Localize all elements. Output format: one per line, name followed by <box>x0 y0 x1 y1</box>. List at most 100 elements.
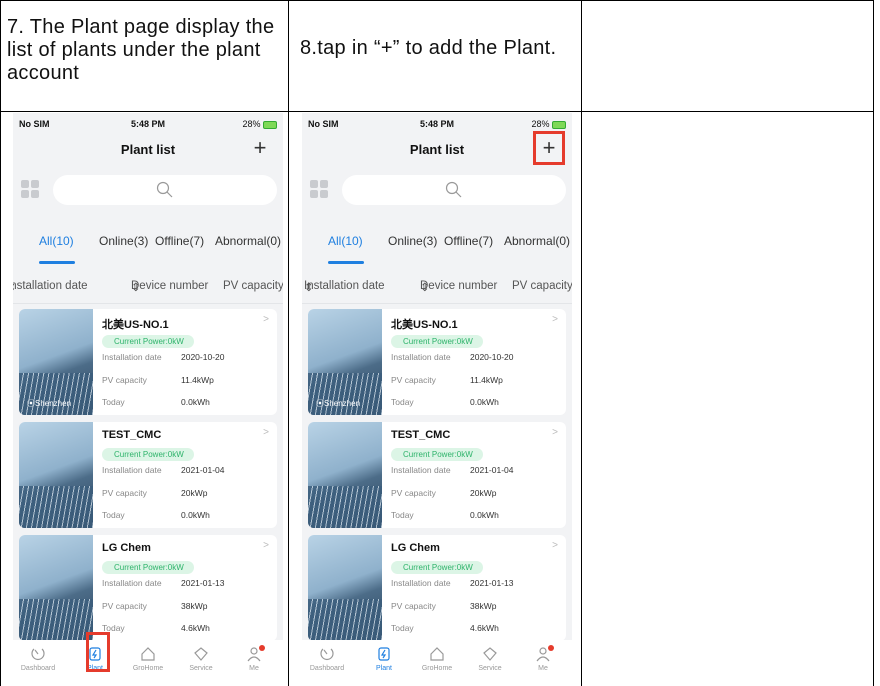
today-label: Today <box>391 397 414 407</box>
plant-name: LG Chem <box>391 542 440 554</box>
nav-service[interactable]: Service <box>176 646 226 672</box>
chevron-right-icon: > <box>552 314 558 325</box>
capacity-value: 11.4kWp <box>470 375 503 385</box>
status-bar: No SIM 5:48 PM 28% <box>13 119 283 133</box>
plant-icon <box>378 647 390 661</box>
plant-photo <box>308 535 382 641</box>
highlight-box <box>86 632 110 672</box>
search-icon <box>445 181 462 198</box>
capacity-label: PV capacity <box>102 488 147 498</box>
nav-grohome[interactable]: GroHome <box>412 646 462 672</box>
page-title: Plant list <box>409 142 465 157</box>
sort-installation-date[interactable]: Installation date ⇕ <box>13 280 88 294</box>
today-value: 0.0kWh <box>181 397 210 407</box>
plant-name: TEST_CMC <box>102 429 162 441</box>
install-label: Installation date <box>102 465 162 475</box>
plant-photo <box>19 535 93 641</box>
install-date: 2021-01-04 <box>181 465 225 475</box>
current-power-badge: Current Power:0kW <box>391 448 483 461</box>
nav-dashboard[interactable]: Dashboard <box>302 646 352 672</box>
plant-card[interactable]: TEST_CMC > Current Power:0kW Installatio… <box>19 422 277 528</box>
capacity-value: 20kWp <box>181 488 208 498</box>
sort-device-number[interactable]: Device number ⇕ <box>131 280 208 294</box>
install-label: Installation date <box>102 352 162 362</box>
search-input[interactable] <box>53 175 277 205</box>
add-plant-button[interactable]: + <box>249 136 271 160</box>
tab-abnormal[interactable]: Abnormal(0) <box>504 234 570 248</box>
sort-pv-capacity[interactable]: PV capacity <box>223 280 283 292</box>
dashboard-icon <box>320 648 334 660</box>
status-tabs: All(10) Online(3) Offline(7) Abnormal(0) <box>302 234 572 274</box>
install-label: Installation date <box>391 578 451 588</box>
capacity-label: PV capacity <box>391 375 436 385</box>
capacity-label: PV capacity <box>391 601 436 611</box>
plant-name: 北美US-NO.1 <box>391 319 458 331</box>
tab-all[interactable]: All(10) <box>328 234 363 248</box>
search-input[interactable] <box>342 175 566 205</box>
today-value: 4.6kWh <box>181 623 210 633</box>
tab-online[interactable]: Online(3) <box>99 234 148 248</box>
nav-service[interactable]: Service <box>465 646 515 672</box>
home-icon <box>430 647 444 661</box>
page-title: Plant list <box>120 142 176 157</box>
sort-device-number[interactable]: Device number ⇕ <box>420 280 497 294</box>
capacity-label: PV capacity <box>391 488 436 498</box>
plant-card[interactable]: ⦿Shenzhen 北美US-NO.1 > Current Power:0kW … <box>19 309 277 415</box>
nav-grohome[interactable]: GroHome <box>123 646 173 672</box>
today-label: Today <box>391 510 414 520</box>
add-plant-button[interactable]: + <box>533 131 565 165</box>
current-power-badge: Current Power:0kW <box>391 335 483 348</box>
battery-indicator: 28% <box>531 119 566 129</box>
divider <box>302 303 572 304</box>
install-date: 2021-01-04 <box>470 465 514 475</box>
active-tab-indicator <box>328 261 364 264</box>
today-label: Today <box>391 623 414 633</box>
current-power-badge: Current Power:0kW <box>391 561 483 574</box>
tab-abnormal[interactable]: Abnormal(0) <box>215 234 281 248</box>
chevron-right-icon: > <box>263 540 269 551</box>
phone-screenshot-plant-list: No SIM 5:48 PM 28% Plant list + All(10) … <box>13 113 283 684</box>
nav-plant[interactable]: Plant <box>359 646 409 672</box>
tab-offline[interactable]: Offline(7) <box>444 234 493 248</box>
status-tabs: All(10) Online(3) Offline(7) Abnormal(0) <box>13 234 283 274</box>
plant-card[interactable]: LG Chem > Current Power:0kW Installation… <box>19 535 277 641</box>
sort-pv-capacity[interactable]: PV capacity <box>512 280 572 292</box>
plant-card[interactable]: LG Chem > Current Power:0kW Installation… <box>308 535 566 641</box>
tab-offline[interactable]: Offline(7) <box>155 234 204 248</box>
plant-name: 北美US-NO.1 <box>102 319 169 331</box>
battery-indicator: 28% <box>242 119 277 129</box>
battery-icon <box>263 120 277 129</box>
divider <box>13 303 283 304</box>
install-label: Installation date <box>391 465 451 475</box>
install-date: 2020-10-20 <box>181 352 225 362</box>
nav-me[interactable]: Me <box>518 646 568 672</box>
search-icon <box>156 181 173 198</box>
dashboard-icon <box>31 648 45 660</box>
top-bar: Plant list + <box>13 136 283 163</box>
top-bar: Plant list + <box>302 131 572 165</box>
plant-photo <box>19 422 93 528</box>
table-border <box>0 0 1 686</box>
plant-name: TEST_CMC <box>391 429 451 441</box>
nav-me[interactable]: Me <box>229 646 279 672</box>
plant-name: LG Chem <box>102 542 151 554</box>
plant-card[interactable]: TEST_CMC > Current Power:0kW Installatio… <box>308 422 566 528</box>
plant-card[interactable]: ⦿Shenzhen 北美US-NO.1 > Current Power:0kW … <box>308 309 566 415</box>
grid-view-icon[interactable] <box>310 180 328 198</box>
grid-view-icon[interactable] <box>21 180 39 198</box>
capacity-label: PV capacity <box>102 375 147 385</box>
chevron-right-icon: > <box>263 427 269 438</box>
table-border <box>0 0 874 1</box>
tab-all[interactable]: All(10) <box>39 234 74 248</box>
location-label: ⦿Shenzhen <box>27 399 72 408</box>
tab-online[interactable]: Online(3) <box>388 234 437 248</box>
current-power-badge: Current Power:0kW <box>102 448 194 461</box>
nav-dashboard[interactable]: Dashboard <box>13 646 63 672</box>
step-8-caption: 8.tap in “+” to add the Plant. <box>300 37 557 59</box>
service-icon <box>483 647 497 661</box>
sort-installation-date[interactable]: Installation date ⇕ <box>304 280 385 294</box>
today-value: 4.6kWh <box>470 623 499 633</box>
capacity-value: 38kWp <box>181 601 208 611</box>
home-icon <box>141 647 155 661</box>
notification-dot <box>548 645 554 651</box>
